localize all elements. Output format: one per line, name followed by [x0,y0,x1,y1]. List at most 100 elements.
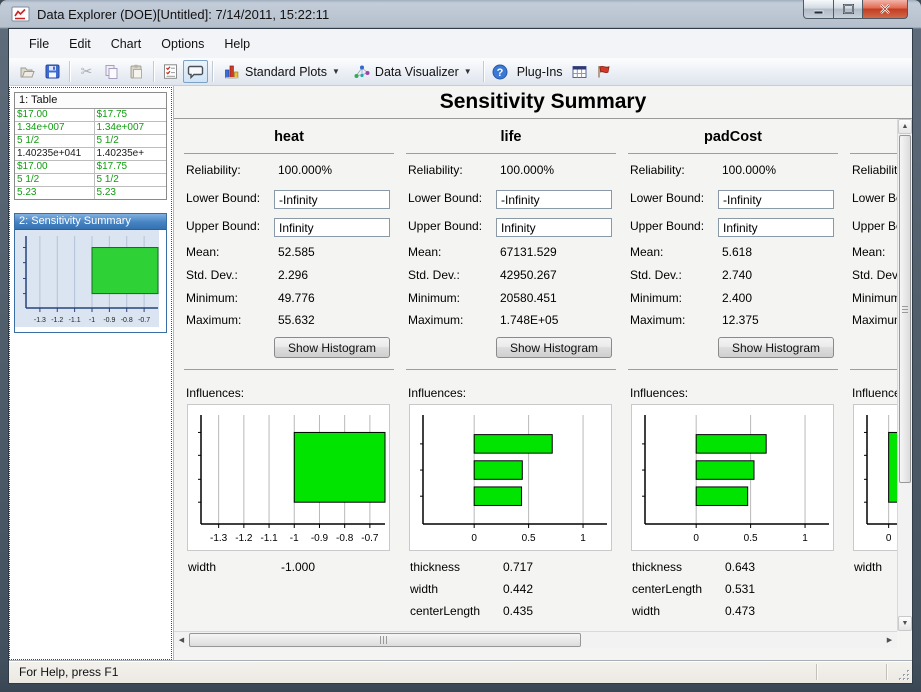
scroll-up-arrow[interactable]: ▲ [898,119,912,134]
maximum-label: Maximum: [852,313,897,327]
sensitivity-chart-preview: -1.3-1.2-1.1-1-0.9-0.8-0.7 [15,230,166,332]
menu-options[interactable]: Options [151,33,214,55]
standard-plots-label: Standard Plots [245,65,327,79]
std_dev-label: Std. Dev.: [630,268,682,282]
plugin-flag-button[interactable] [592,60,617,83]
upper_bound-input[interactable] [274,218,390,237]
scatter-plot-icon [354,64,370,79]
influences-list: thickness0.717width0.442centerLength0.43… [404,560,618,626]
influences-list: thickness0.643centerLength0.531width0.47… [626,560,840,626]
influence-row: width [848,560,897,582]
lower_bound-label: Lower Bound: [852,191,897,205]
histogram-button-row: Show Histogram [848,337,897,367]
show-histogram-button[interactable]: Show Histogram [274,337,390,358]
chevron-down-icon: ▼ [464,67,472,76]
thumb-grip [902,304,908,313]
app-icon [11,6,31,22]
scroll-right-arrow[interactable]: ▶ [882,633,897,647]
variable-column-padCost: padCostReliability:100.000%Lower Bound:U… [626,129,840,631]
reliability-label: Reliability: [852,163,897,177]
table-cell: $17.75 [94,109,166,121]
lower_bound-input[interactable] [718,190,834,209]
stat-row-minimum: Minimum:20580.451 [404,291,618,313]
copy-button[interactable] [99,60,124,83]
cut-button[interactable]: ✂ [74,60,99,83]
plugin-grid-button[interactable] [567,60,592,83]
sidebar-item-table[interactable]: 1: Table $17.00$17.751.34e+0071.34e+0075… [14,92,167,200]
variable-column-life: lifeReliability:100.000%Lower Bound:Uppe… [404,129,618,631]
client-area: FileEditChartOptionsHelp ✂ Standard Plot… [8,28,913,684]
influence-row: centerLength0.531 [626,582,840,604]
upper_bound-input[interactable] [718,218,834,237]
menu-edit[interactable]: Edit [59,33,101,55]
main-panel: Sensitivity Summary heatReliability:100.… [174,86,912,660]
sidebar: 1: Table $17.00$17.751.34e+0071.34e+0075… [9,87,172,660]
maximum-label: Maximum: [186,313,241,327]
sidebar-item-sensitivity-summary[interactable]: 2: Sensitivity Summary -1.3-1.2-1.1-1-0.… [14,213,167,333]
minimize-button[interactable] [803,0,834,19]
table-preview-row: 5 1/25 1/2 [15,135,166,148]
data-visualizer-label: Data Visualizer [375,65,459,79]
menu-help[interactable]: Help [214,33,260,55]
status-bar: For Help, press F1 [9,660,912,683]
upper_bound-input[interactable] [496,218,612,237]
chevron-down-icon: ▼ [332,67,340,76]
app-window: Data Explorer (DOE)[Untitled]: 7/14/2011… [0,0,921,692]
minimum-label: Minimum: [852,291,897,305]
close-button[interactable] [863,0,908,19]
table-cell: 5.23 [15,187,94,199]
lower_bound-input[interactable] [496,190,612,209]
reliability-value: 100.000% [278,163,332,177]
maximum-label: Maximum: [630,313,685,327]
table-cell: $17.00 [15,109,94,121]
influences-chart: -1.3-1.2-1.1-1-0.9-0.8-0.7 [187,404,390,551]
show-histogram-button[interactable]: Show Histogram [496,337,612,358]
table-preview-row: 5.235.23 [15,187,166,199]
menu-chart[interactable]: Chart [101,33,152,55]
maximize-button[interactable] [834,0,863,19]
table-cell: 5 1/2 [94,174,166,186]
horizontal-scrollbar[interactable]: ◀ ▶ [174,631,897,648]
stat-row-minimum: Minimum:2.400 [626,291,840,313]
stat-row-reliability: Reliability:100.000% [626,163,840,191]
reliability-value: 100.000% [722,163,776,177]
column-divider [406,153,616,154]
svg-text:0: 0 [886,533,892,544]
resize-grip[interactable] [898,669,911,682]
influence-value: 0.643 [725,560,755,574]
upper_bound-label: Upper Bound: [408,219,482,233]
influence-name: width [854,560,882,574]
paste-button[interactable] [124,60,149,83]
data-visualizer-dropdown[interactable]: Data Visualizer ▼ [347,62,479,81]
bar-chart-icon [224,64,240,79]
table-cell: 5.23 [94,187,166,199]
horizontal-scroll-thumb[interactable] [189,633,581,647]
stat-row-maximum: Maximum: [848,313,897,335]
thumb-grip [380,636,389,644]
influences-list: width-1.000 [182,560,396,582]
plug-ins-label[interactable]: Plug-Ins [513,63,567,81]
scroll-left-arrow[interactable]: ◀ [174,633,189,647]
toolbar-separator [69,61,70,82]
standard-plots-dropdown[interactable]: Standard Plots ▼ [217,62,347,81]
save-button[interactable] [40,60,65,83]
checklist-button[interactable] [158,60,183,83]
vertical-scrollbar[interactable]: ▲ ▼ [897,119,912,631]
upper_bound-label: Upper Bound: [852,219,897,233]
vertical-scroll-thumb[interactable] [899,135,911,483]
lower_bound-input[interactable] [274,190,390,209]
svg-text:-1.2: -1.2 [235,533,253,544]
menu-file[interactable]: File [19,33,59,55]
scroll-down-arrow[interactable]: ▼ [898,616,912,631]
table-cell: 1.40235e+041 [15,148,94,160]
svg-text:-1.3: -1.3 [210,533,228,544]
show-histogram-button[interactable]: Show Histogram [718,337,834,358]
svg-text:-1.2: -1.2 [51,317,63,324]
annotation-button[interactable] [183,60,208,83]
stat-row-std_dev: Std. Dev.: [848,268,897,291]
influence-value: -1.000 [281,560,315,574]
influence-name: centerLength [410,604,480,618]
svg-text:-1.1: -1.1 [260,533,278,544]
open-button[interactable] [15,60,40,83]
help-button[interactable]: ? [488,60,513,83]
